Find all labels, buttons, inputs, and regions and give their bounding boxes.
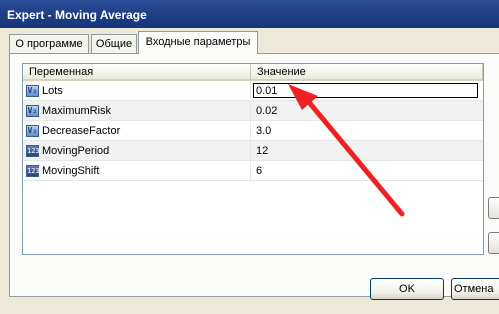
integer-icon: 123 xyxy=(26,144,40,157)
integer-icon: 123 xyxy=(26,164,40,177)
parameter-name-cell[interactable]: V₂ MaximumRisk xyxy=(23,101,251,120)
parameter-value: 6 xyxy=(256,164,263,177)
table-row[interactable]: V₂ Lots xyxy=(23,81,483,101)
parameter-value-cell[interactable]: 3.0 xyxy=(251,121,483,140)
parameter-value-cell[interactable]: 0.02 xyxy=(251,101,483,120)
tab-input-parameters[interactable]: Входные параметры xyxy=(138,31,258,54)
window-title-bar[interactable]: Expert - Moving Average xyxy=(0,0,499,28)
parameter-value-cell[interactable] xyxy=(251,81,483,100)
double-icon: V₂ xyxy=(26,84,39,97)
window-title: Expert - Moving Average xyxy=(7,8,147,22)
parameter-name: MovingPeriod xyxy=(42,144,110,157)
table-row[interactable]: 123 MovingShift 6 xyxy=(23,161,483,181)
table-row[interactable]: V₂ MaximumRisk 0.02 xyxy=(23,101,483,121)
save-button[interactable] xyxy=(488,232,499,254)
parameter-name: MaximumRisk xyxy=(42,104,112,117)
parameter-name-cell[interactable]: 123 MovingPeriod xyxy=(23,141,251,160)
tab-general[interactable]: Общие xyxy=(91,34,137,53)
parameter-name: MovingShift xyxy=(42,164,100,177)
grid-header: Переменная Значение xyxy=(23,64,483,81)
parameter-name-cell[interactable]: 123 MovingShift xyxy=(23,161,251,180)
cancel-button[interactable]: Отмена xyxy=(451,278,499,300)
ok-button[interactable]: OK xyxy=(370,278,444,300)
parameter-value-cell[interactable]: 12 xyxy=(251,141,483,160)
parameter-name-cell[interactable]: V₂ Lots xyxy=(23,81,251,100)
lots-value-input[interactable] xyxy=(253,83,478,98)
parameter-value: 12 xyxy=(256,144,269,157)
table-row[interactable]: V₂ DecreaseFactor 3.0 xyxy=(23,121,483,141)
parameter-name: Lots xyxy=(42,84,63,97)
column-header-value[interactable]: Значение xyxy=(251,64,483,81)
load-button[interactable] xyxy=(488,197,499,219)
parameter-name: DecreaseFactor xyxy=(42,124,121,137)
parameter-name-cell[interactable]: V₂ DecreaseFactor xyxy=(23,121,251,140)
parameter-value: 3.0 xyxy=(256,124,272,137)
tab-about-label: О программе xyxy=(15,38,83,50)
double-icon: V₂ xyxy=(26,104,39,117)
parameter-value-cell[interactable]: 6 xyxy=(251,161,483,180)
parameter-value: 0.02 xyxy=(256,104,278,117)
parameters-grid: Переменная Значение V₂ Lots V₂ MaximumRi… xyxy=(22,63,484,255)
tab-about[interactable]: О программе xyxy=(9,34,89,53)
grid-rows: V₂ Lots V₂ MaximumRisk 0.02 V₂ DecreaseF… xyxy=(23,81,483,181)
tab-general-label: Общие xyxy=(95,38,133,50)
table-row[interactable]: 123 MovingPeriod 12 xyxy=(23,141,483,161)
tab-input-parameters-label: Входные параметры xyxy=(145,36,251,48)
column-header-variable[interactable]: Переменная xyxy=(23,64,251,81)
double-icon: V₂ xyxy=(26,124,39,137)
